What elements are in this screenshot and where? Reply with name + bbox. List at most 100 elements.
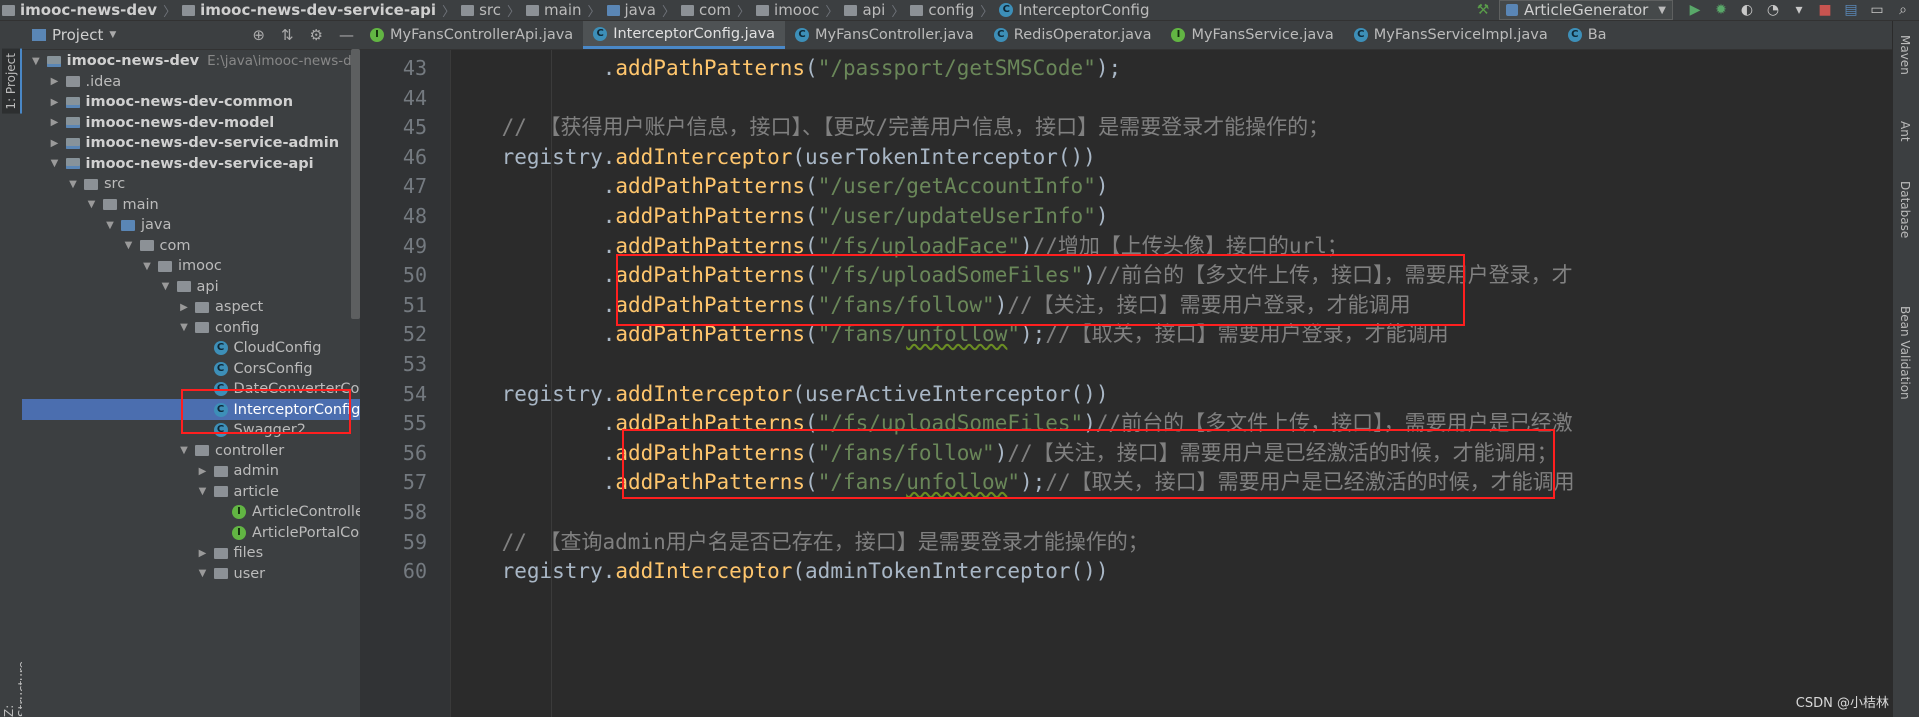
chevron-down-icon[interactable]: ▼: [109, 30, 116, 40]
collapse-all-icon[interactable]: ⇅: [281, 26, 294, 44]
tree-node[interactable]: ▶ imooc-news-dev-common: [22, 92, 387, 113]
code-line[interactable]: .addPathPatterns("/fs/uploadSomeFiles")/…: [451, 261, 1573, 290]
project-panel-title[interactable]: Project: [52, 26, 103, 44]
code-line[interactable]: .addPathPatterns("/fans/follow")//【关注，接口…: [451, 291, 1411, 320]
expanded-arrow-icon[interactable]: ▼: [67, 179, 79, 190]
tree-node[interactable]: ▶ imooc-news-dev-service-admin: [22, 133, 387, 154]
collapsed-arrow-icon[interactable]: ▶: [49, 76, 61, 87]
stop-icon[interactable]: ■: [1815, 1, 1835, 19]
folder-icon: [606, 4, 620, 16]
collapsed-arrow-icon[interactable]: ▶: [178, 302, 190, 313]
locate-target-icon[interactable]: ⊕: [252, 26, 265, 44]
tree-node-path: E:\java\imooc-news-dev: [207, 53, 368, 69]
maven-tool-tab[interactable]: Maven: [1898, 35, 1912, 75]
code-line[interactable]: .addPathPatterns("/user/getAccountInfo"): [451, 172, 1109, 201]
code-line[interactable]: .addPathPatterns("/passport/getSMSCode")…: [451, 54, 1121, 83]
folder-icon: [756, 4, 770, 16]
run-configuration-select[interactable]: ArticleGenerator ▼: [1499, 0, 1673, 20]
tree-node[interactable]: ▶ .idea: [22, 71, 387, 92]
ant-tool-tab[interactable]: Ant: [1898, 121, 1912, 142]
code-token: .: [451, 263, 616, 288]
tree-node-label: admin: [233, 463, 279, 479]
gear-icon[interactable]: ⚙: [310, 26, 323, 44]
editor-tab[interactable]: C Ba: [1558, 21, 1617, 49]
code-area[interactable]: .addPathPatterns("/passport/getSMSCode")…: [451, 50, 1911, 717]
breadcrumb-item[interactable]: C InterceptorConfig: [997, 1, 1153, 20]
tree-node[interactable]: ▼ imooc-news-dev E:\java\imooc-news-dev: [22, 51, 368, 72]
breadcrumb-item[interactable]: main 〉: [524, 1, 605, 20]
project-structure-icon[interactable]: ▤: [1841, 1, 1861, 19]
code-line[interactable]: registry.addInterceptor(adminTokenInterc…: [451, 557, 1109, 586]
code-line[interactable]: .addPathPatterns("/fs/uploadFace")//增加【上…: [451, 232, 1348, 261]
breadcrumb-item[interactable]: java 〉: [605, 1, 679, 20]
scrollbar[interactable]: [351, 49, 360, 319]
profile-icon[interactable]: ◔: [1763, 1, 1783, 19]
collapsed-arrow-icon[interactable]: ▶: [197, 466, 209, 477]
code-token: ): [1083, 263, 1096, 288]
code-line[interactable]: .addPathPatterns("/user/updateUserInfo"): [451, 202, 1109, 231]
terminal-icon[interactable]: ▭: [1867, 1, 1887, 19]
debug-icon[interactable]: ✹: [1711, 1, 1731, 19]
code-line[interactable]: registry.addInterceptor(userTokenInterce…: [451, 143, 1096, 172]
breadcrumb-item[interactable]: imooc 〉: [754, 1, 842, 20]
expanded-arrow-icon[interactable]: ▼: [123, 240, 135, 251]
expanded-arrow-icon[interactable]: ▼: [178, 322, 190, 333]
hide-panel-icon[interactable]: —: [339, 26, 354, 44]
expanded-arrow-icon[interactable]: ▼: [49, 158, 61, 169]
editor-tab[interactable]: C MyFansController.java: [785, 21, 984, 49]
bean-validation-tool-tab[interactable]: Bean Validation: [1898, 306, 1912, 400]
tree-node-label: imooc-news-dev-model: [85, 114, 275, 131]
folder-icon: [2, 4, 15, 16]
project-tool-tab[interactable]: 1: Project: [2, 49, 22, 114]
editor-tab[interactable]: I MyFansControllerApi.java: [360, 21, 583, 49]
breadcrumb-item[interactable]: com 〉: [679, 1, 754, 20]
code-line[interactable]: .addPathPatterns("/fans/follow")//【关注，接口…: [451, 439, 1558, 468]
editor-tab[interactable]: C InterceptorConfig.java: [583, 21, 786, 49]
package-icon: [213, 568, 228, 579]
code-line[interactable]: // 【查询admin用户名是否已存在，接口】是需要登录才能操作的；: [451, 528, 1149, 557]
search-everywhere-icon[interactable]: ⌕: [1893, 1, 1913, 19]
editor-tab[interactable]: C RedisOperator.java: [984, 21, 1162, 49]
collapsed-arrow-icon[interactable]: ▶: [197, 548, 209, 559]
expanded-arrow-icon[interactable]: ▼: [178, 445, 190, 456]
collapsed-arrow-icon[interactable]: ▶: [49, 117, 61, 128]
run-icon[interactable]: ▶: [1685, 1, 1705, 19]
package-icon: [213, 465, 228, 477]
project-panel-tools: ⊕ ⇅ ⚙ —: [252, 26, 354, 44]
tree-node[interactable]: ▼ imooc-news-dev-service-api: [22, 153, 387, 174]
expanded-arrow-icon[interactable]: ▼: [160, 281, 172, 292]
more-run-icon[interactable]: ▾: [1789, 1, 1809, 19]
build-hammer-icon[interactable]: ⚒: [1473, 1, 1493, 19]
breadcrumb-item[interactable]: config 〉: [908, 1, 997, 20]
project-panel-header: Project ▼ ⊕ ⇅ ⚙ —: [22, 21, 360, 50]
code-line[interactable]: .addPathPatterns("/fs/uploadSomeFiles")/…: [451, 409, 1573, 438]
tree-node[interactable]: ▼ src: [22, 174, 405, 195]
breadcrumb-item[interactable]: api 〉: [842, 1, 908, 20]
editor-tab[interactable]: I MyFansService.java: [1161, 21, 1343, 49]
expanded-arrow-icon[interactable]: ▼: [30, 56, 42, 67]
code-comment: //前台的【多文件上传，接口】，需要用户登录，才: [1095, 263, 1573, 288]
coverage-icon[interactable]: ◐: [1737, 1, 1757, 19]
breadcrumb-item[interactable]: imooc-news-dev 〉: [0, 1, 180, 20]
tree-node[interactable]: ▶ imooc-news-dev-model: [22, 112, 387, 133]
expanded-arrow-icon[interactable]: ▼: [86, 199, 98, 210]
database-tool-tab[interactable]: Database: [1898, 181, 1912, 238]
code-line[interactable]: .addPathPatterns("/fans/unfollow");//【取关…: [451, 320, 1449, 349]
expanded-arrow-icon[interactable]: ▼: [197, 568, 209, 579]
chevron-right-icon: 〉: [661, 4, 675, 20]
tree-node-label: imooc-news-dev: [66, 53, 200, 69]
code-line[interactable]: .addPathPatterns("/fans/unfollow");//【取关…: [451, 468, 1575, 497]
breadcrumb-item[interactable]: src 〉: [459, 1, 524, 20]
code-line[interactable]: // 【获得用户账户信息，接口】、【更改/完善用户信息，接口】是需要登录才能操作…: [451, 113, 1330, 142]
editor-tab[interactable]: C MyFansServiceImpl.java: [1344, 21, 1558, 49]
run-configuration-label: ArticleGenerator: [1524, 1, 1649, 19]
editor-tab-label: MyFansServiceImpl.java: [1373, 27, 1548, 43]
expanded-arrow-icon[interactable]: ▼: [141, 261, 153, 272]
code-line[interactable]: registry.addInterceptor(userActiveInterc…: [451, 380, 1109, 409]
breadcrumb-item[interactable]: imooc-news-dev-service-api 〉: [180, 1, 459, 20]
expanded-arrow-icon[interactable]: ▼: [104, 220, 116, 231]
expanded-arrow-icon[interactable]: ▼: [197, 486, 209, 497]
collapsed-arrow-icon[interactable]: ▶: [49, 138, 61, 149]
collapsed-arrow-icon[interactable]: ▶: [49, 97, 61, 108]
tree-node-label: aspect: [215, 299, 264, 315]
